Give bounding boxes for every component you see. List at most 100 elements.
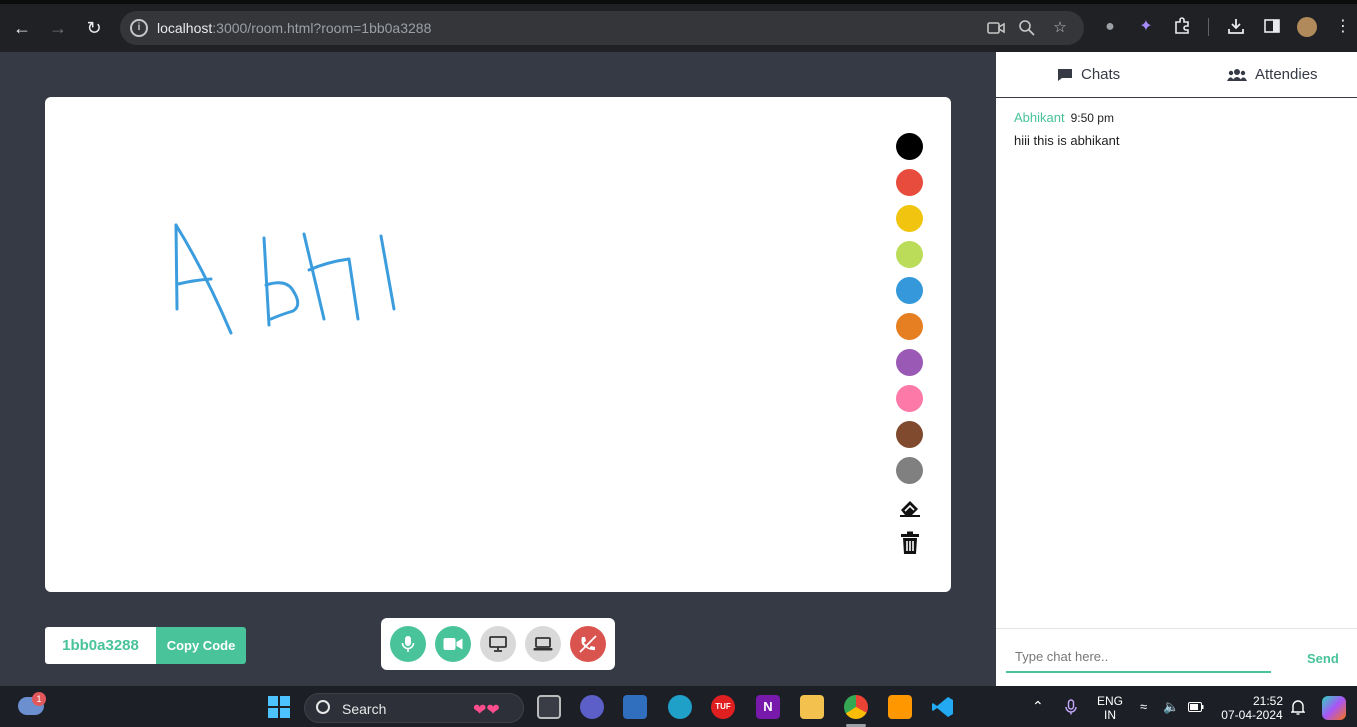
download-icon[interactable] — [1226, 17, 1246, 37]
taskbar-search[interactable]: Search ❤❤ — [304, 693, 524, 723]
color-palette — [896, 133, 924, 565]
edge-icon[interactable] — [668, 695, 692, 719]
taskbar: 1 Search ❤❤ TUF N ⌃ ENG IN ≈ 🔈 21:52 07-… — [0, 686, 1357, 727]
phone-slash-icon — [579, 635, 597, 653]
wifi-icon[interactable]: ≈ — [1140, 700, 1147, 714]
trash-icon[interactable] — [896, 529, 924, 557]
color-swatch-gray[interactable] — [896, 457, 923, 484]
task-view-icon[interactable] — [537, 695, 561, 719]
copy-code-button[interactable]: Copy Code — [156, 627, 246, 664]
chrome-icon[interactable] — [844, 695, 868, 719]
extensions-puzzle-icon[interactable] — [1172, 17, 1192, 37]
zoom-icon[interactable] — [1018, 19, 1036, 37]
chat-bubble-icon — [1058, 68, 1072, 81]
color-swatch-pink[interactable] — [896, 385, 923, 412]
color-swatch-orange[interactable] — [896, 313, 923, 340]
meeting-stage: 1bb0a3288 Copy Code — [0, 52, 996, 686]
start-icon[interactable] — [267, 695, 291, 719]
laptop-icon — [533, 637, 553, 651]
tab-attendees[interactable]: Attendies — [1227, 66, 1318, 83]
language-code: ENG — [1096, 694, 1123, 708]
browser-toolbar: ← → ↻ i localhost:3000/room.html?room=1b… — [0, 0, 1357, 52]
whiteboard-button[interactable] — [480, 626, 516, 662]
video-icon — [443, 638, 463, 650]
file-explorer-icon[interactable] — [800, 695, 824, 719]
eraser-icon[interactable] — [896, 493, 924, 521]
color-swatch-black[interactable] — [896, 133, 923, 160]
search-highlight-icon: ❤❤ — [473, 702, 500, 719]
site-info-icon[interactable]: i — [130, 19, 148, 37]
notification-bell-icon[interactable] — [1290, 699, 1306, 717]
back-icon[interactable]: ← — [8, 14, 36, 42]
camera-button[interactable] — [435, 626, 471, 662]
microphone-tray-icon[interactable] — [1064, 699, 1078, 718]
end-call-button[interactable] — [570, 626, 606, 662]
drawn-stroke — [302, 232, 326, 321]
sublime-text-icon[interactable] — [888, 695, 912, 719]
battery-icon[interactable] — [1188, 701, 1204, 715]
vscode-icon[interactable] — [931, 695, 955, 719]
mic-icon — [401, 636, 415, 652]
call-controls — [381, 618, 615, 670]
chat-input[interactable] — [1006, 641, 1271, 673]
chat-panel: Chats Attendies Abhikant 9:50 pm hiii thi… — [996, 52, 1357, 686]
color-swatch-blue[interactable] — [896, 277, 923, 304]
reload-icon[interactable]: ↻ — [80, 14, 108, 42]
monitor-icon — [489, 636, 507, 652]
extension-purple-icon[interactable]: ✦ — [1136, 17, 1156, 37]
clock-date: 07-04-2024 — [1221, 708, 1283, 722]
screen-share-button[interactable] — [525, 626, 561, 662]
chat-message: Abhikant 9:50 pm hiii this is abhikant — [1014, 109, 1120, 148]
side-panel-icon[interactable] — [1262, 17, 1282, 37]
color-swatch-red[interactable] — [896, 169, 923, 196]
extension-icon[interactable]: ● — [1100, 17, 1120, 37]
mic-button[interactable] — [390, 626, 426, 662]
clock-time: 21:52 — [1252, 694, 1283, 708]
toolbar-divider — [1208, 18, 1209, 36]
store-icon[interactable] — [623, 695, 647, 719]
drawn-stroke — [379, 234, 396, 311]
color-swatch-yellow[interactable] — [896, 205, 923, 232]
input-language[interactable]: ENG IN — [1092, 694, 1128, 722]
message-time: 9:50 pm — [1070, 111, 1114, 125]
address-bar[interactable]: i localhost:3000/room.html?room=1bb0a328… — [120, 11, 1084, 45]
drawn-stroke — [174, 223, 179, 311]
tray-chevron-icon[interactable]: ⌃ — [1032, 699, 1044, 713]
drawn-stroke — [264, 281, 300, 321]
send-button[interactable]: Send — [1307, 651, 1339, 666]
camera-permission-icon[interactable] — [987, 19, 1005, 37]
onenote-icon[interactable]: N — [756, 695, 780, 719]
room-code: 1bb0a3288 — [45, 627, 156, 664]
browser-menu-icon[interactable]: ⋮ — [1333, 17, 1353, 37]
color-swatch-brown[interactable] — [896, 421, 923, 448]
bookmark-star-icon[interactable]: ☆ — [1051, 19, 1069, 37]
weather-badge: 1 — [32, 692, 46, 706]
whiteboard-canvas[interactable] — [45, 97, 951, 592]
search-icon — [316, 700, 330, 714]
tab-chats[interactable]: Chats — [1057, 66, 1120, 83]
message-text: hiii this is abhikant — [1014, 133, 1120, 148]
tuf-app-icon[interactable]: TUF — [711, 695, 735, 719]
url-path: :3000/room.html?room=1bb0a3288 — [212, 20, 432, 36]
room-code-box: 1bb0a3288 Copy Code — [45, 627, 246, 664]
region-code: IN — [1104, 708, 1116, 722]
profile-avatar[interactable] — [1297, 17, 1317, 37]
whiteboard-drawing — [174, 223, 396, 335]
volume-icon[interactable]: 🔈 — [1163, 700, 1179, 714]
clock[interactable]: 21:52 07-04-2024 — [1214, 694, 1290, 722]
message-sender: Abhikant — [1014, 110, 1065, 125]
color-swatch-purple[interactable] — [896, 349, 923, 376]
tab-attendees-label: Attendies — [1255, 66, 1318, 83]
users-icon — [1227, 68, 1247, 81]
address-url[interactable]: localhost:3000/room.html?room=1bb0a3288 — [157, 20, 431, 36]
tab-strip — [0, 0, 1357, 4]
forward-icon[interactable]: → — [44, 14, 72, 42]
copilot-icon[interactable] — [1322, 696, 1346, 720]
chat-app-icon[interactable] — [580, 695, 604, 719]
taskbar-search-label: Search — [342, 701, 387, 717]
panel-tabs: Chats Attendies — [996, 52, 1357, 98]
chat-composer: Send — [996, 628, 1357, 686]
color-swatch-lime[interactable] — [896, 241, 923, 268]
tab-chats-label: Chats — [1081, 66, 1121, 83]
drawn-stroke — [262, 236, 271, 327]
